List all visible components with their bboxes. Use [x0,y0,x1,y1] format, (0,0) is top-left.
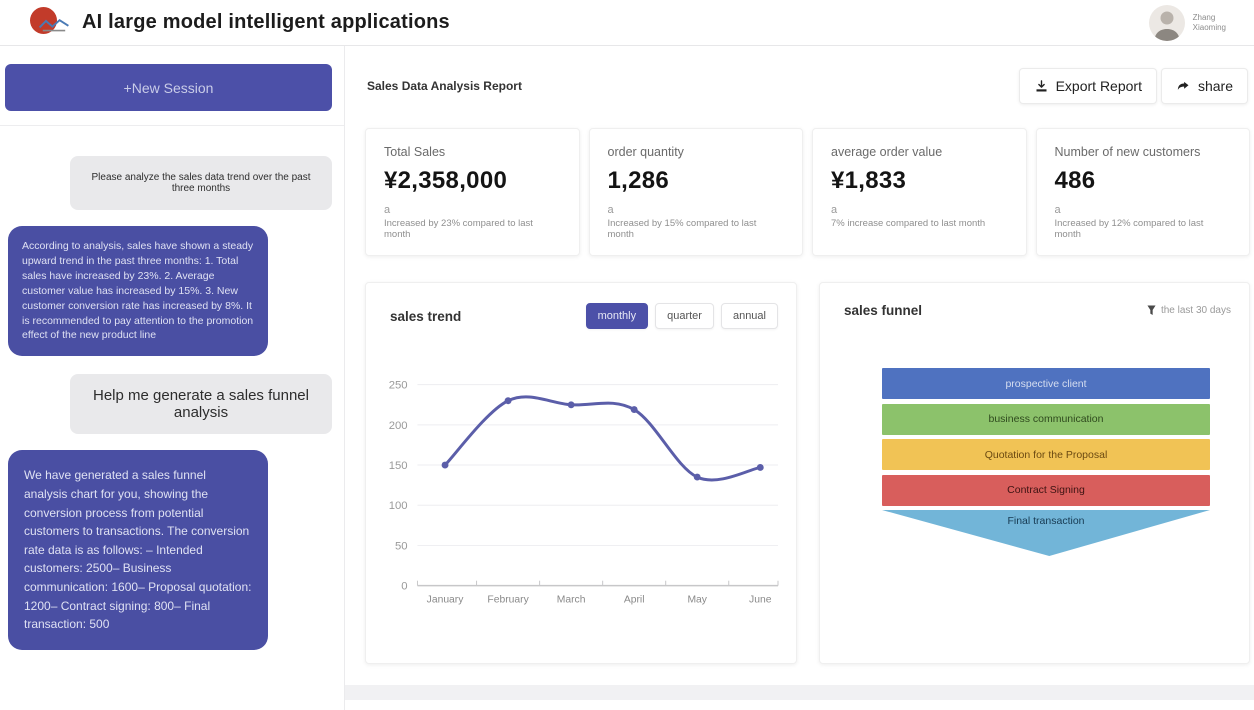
svg-text:April: April [624,594,645,605]
share-label: share [1198,78,1233,94]
report-title: Sales Data Analysis Report [367,79,522,93]
trend-period-tabs: monthly quarter annual [586,303,778,329]
kpi-card-order-quantity: order quantity 1,286 a Increased by 15% … [589,128,804,256]
app-title: AI large model intelligent applications [82,11,450,34]
sales-trend-line-chart: 0 50 100 150 200 250 January February March April… [368,363,792,627]
kpi-card-new-customers: Number of new customers 486 a Increased … [1036,128,1251,256]
funnel-stage-business-communication: business communication [882,404,1210,435]
kpi-value: 486 [1055,167,1232,195]
funnel-stage-contract-signing: Contract Signing [882,475,1210,506]
svg-text:March: March [557,594,586,605]
sales-trend-header: sales trend monthly quarter annual [366,283,796,335]
export-report-label: Export Report [1056,78,1142,94]
report-header: Sales Data Analysis Report Export Report… [365,60,1250,128]
tab-annual[interactable]: annual [721,303,778,329]
chat-message-assistant-1: According to analysis, sales have shown … [8,226,268,356]
kpi-delta: Increased by 23% compared to last month [384,218,561,240]
footer-band [345,685,1254,700]
sales-funnel-chart: prospective client business communicatio… [882,368,1210,560]
svg-text:February: February [487,594,529,605]
charts-row: sales trend monthly quarter annual 0 50 10… [365,282,1250,664]
user-area: Zhang Xiaoming [1149,5,1226,41]
kpi-delta: Increased by 12% compared to last month [1055,218,1232,240]
chat-sidebar: +New Session Please analyze the sales da… [0,46,345,710]
user-name: Zhang Xiaoming [1193,13,1226,33]
user-name-last: Xiaoming [1193,23,1226,33]
user-avatar[interactable] [1149,5,1185,41]
chat-message-user-1: Please analyze the sales data trend over… [70,156,332,210]
funnel-stage-final-transaction: Final transaction [882,510,1210,560]
funnel-range-label: the last 30 days [1161,305,1231,316]
user-name-first: Zhang [1193,13,1226,23]
share-button[interactable]: share [1161,68,1248,104]
dashboard-main: Sales Data Analysis Report Export Report… [345,46,1254,710]
app-logo-icon [30,6,70,40]
tab-quarter[interactable]: quarter [655,303,714,329]
kpi-label: Number of new customers [1055,145,1232,159]
svg-text:100: 100 [389,500,408,512]
avatar-silhouette-icon [1149,5,1185,41]
tab-monthly[interactable]: monthly [586,303,649,329]
download-icon [1034,79,1049,94]
sales-funnel-header: sales funnel the last 30 days [820,283,1249,324]
kpi-trend-glyph-icon: a [384,204,561,216]
funnel-stage-quotation: Quotation for the Proposal [882,439,1210,470]
funnel-range-icon [1147,305,1156,316]
funnel-range: the last 30 days [1147,305,1231,316]
svg-text:200: 200 [389,420,408,432]
app-root: AI large model intelligent applications … [0,0,1254,710]
chat-message-assistant-2: We have generated a sales funnel analysi… [8,450,268,649]
kpi-value: ¥1,833 [831,167,1008,195]
kpi-trend-glyph-icon: a [1055,204,1232,216]
svg-text:0: 0 [401,581,407,593]
logo-trend-line-icon [38,16,70,34]
chat-message-user-2: Help me generate a sales funnel analysis [70,374,332,434]
kpi-value: 1,286 [608,167,785,195]
svg-text:January: January [427,594,465,605]
kpi-card-total-sales: Total Sales ¥2,358,000 a Increased by 23… [365,128,580,256]
svg-text:150: 150 [389,460,408,472]
export-report-button[interactable]: Export Report [1019,68,1157,104]
sales-funnel-title: sales funnel [844,303,922,318]
kpi-delta: 7% increase compared to last month [831,218,1008,229]
kpi-card-average-order-value: average order value ¥1,833 a 7% increase… [812,128,1027,256]
sales-trend-panel: sales trend monthly quarter annual 0 50 10… [365,282,797,664]
new-session-button[interactable]: +New Session [5,64,332,111]
sales-funnel-panel: sales funnel the last 30 days prospectiv… [819,282,1250,664]
svg-text:250: 250 [389,380,408,392]
share-arrow-icon [1176,79,1191,94]
kpi-trend-glyph-icon: a [831,204,1008,216]
kpi-value: ¥2,358,000 [384,167,561,195]
sales-trend-title: sales trend [390,309,461,324]
kpi-delta: Increased by 15% compared to last month [608,218,785,240]
kpi-label: Total Sales [384,145,561,159]
chat-message-list: Please analyze the sales data trend over… [0,126,344,650]
funnel-stage-prospective-client: prospective client [882,368,1210,399]
svg-text:June: June [749,594,772,605]
svg-text:May: May [687,594,707,605]
app-header: AI large model intelligent applications … [0,0,1254,46]
kpi-label: order quantity [608,145,785,159]
kpi-trend-glyph-icon: a [608,204,785,216]
svg-text:50: 50 [395,540,408,552]
kpi-row: Total Sales ¥2,358,000 a Increased by 23… [365,128,1250,256]
kpi-label: average order value [831,145,1008,159]
